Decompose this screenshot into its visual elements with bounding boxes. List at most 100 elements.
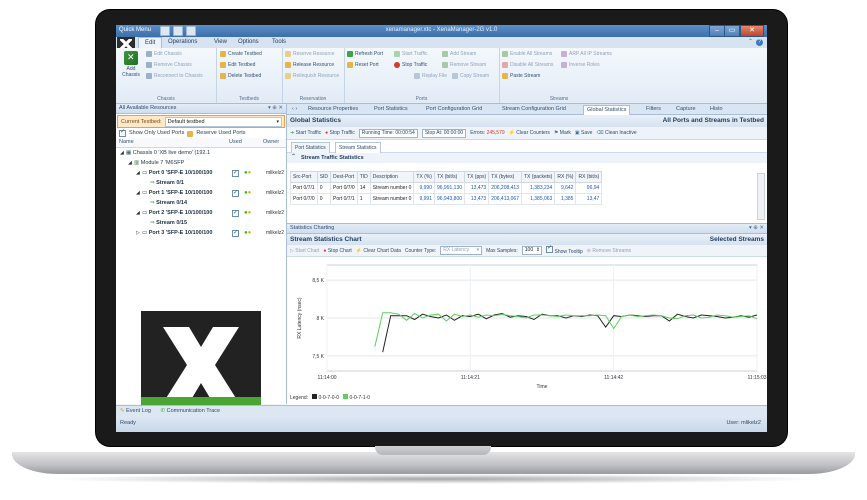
x-tick-label: 11:14:42 bbox=[604, 375, 623, 381]
counter-type-select[interactable]: RX Latency ▾ bbox=[440, 246, 483, 255]
relinquish-resource-button[interactable]: Relinquish Resource bbox=[285, 73, 339, 79]
remove-stream-button[interactable]: Remove Stream bbox=[442, 62, 486, 68]
tab-stream-configuration-grid[interactable]: Stream Configuration Grid bbox=[499, 105, 569, 114]
communication-trace-tab[interactable]: ✆ Communication Trace bbox=[160, 408, 220, 414]
clear-counters-button[interactable]: ⚡ Clear Counters bbox=[509, 130, 550, 136]
tab-histo[interactable]: Histo bbox=[707, 105, 726, 114]
stats-col-header[interactable]: TX (bit/s) bbox=[433, 171, 466, 183]
resources-panel-title: All Available Resources bbox=[119, 105, 177, 111]
tab-operations[interactable]: Operations bbox=[168, 39, 197, 45]
copy-stream-button[interactable]: Copy Stream bbox=[452, 73, 489, 79]
pin-icon[interactable]: ▾ ⊕ ✕ bbox=[268, 104, 283, 113]
subtab-port-statistics[interactable]: Port Statistics bbox=[291, 142, 330, 153]
col-used[interactable]: Used bbox=[229, 138, 263, 147]
legend-item-series-1[interactable]: 0-0-7-1-0 bbox=[343, 394, 370, 401]
stats-col-header[interactable]: TX (%) bbox=[413, 171, 435, 183]
minimize-ribbon-icon[interactable]: ⌃ bbox=[748, 38, 753, 45]
tree-port-row[interactable]: ◢▭ Port 2 'SFP-E 10/100/100●●mlikelz2 bbox=[116, 208, 286, 218]
reconnect-chassis-button[interactable]: Reconnect to Chassis bbox=[146, 73, 203, 79]
tab-port-statistics[interactable]: Port Statistics bbox=[371, 105, 411, 114]
stats-col-header[interactable]: TX (packets) bbox=[520, 171, 556, 183]
add-chassis-button[interactable]: Add Chassis bbox=[119, 51, 143, 78]
replay-file-button[interactable]: Replay File bbox=[414, 73, 447, 79]
show-tooltip-toggle[interactable]: Show Tooltip bbox=[546, 244, 583, 255]
tree-port-row[interactable]: ◢▭ Port 1 'SFP-E 10/100/100●●mlikelz2 bbox=[116, 188, 286, 198]
stats-col-header[interactable]: TID bbox=[356, 171, 371, 183]
used-checkbox[interactable] bbox=[232, 228, 239, 238]
stats-col-header[interactable]: RX (%) bbox=[554, 171, 577, 183]
used-checkbox[interactable] bbox=[232, 208, 239, 218]
tree-port-row[interactable]: ▷▭ Port 3 'SFP-E 10/100/100●●mlikelz2 bbox=[116, 228, 286, 238]
table-row[interactable]: Port 0/7/0 0 Port 0/7/1 1 Stream number 0 9,9… bbox=[290, 193, 603, 205]
help-icon[interactable]: ? bbox=[756, 39, 763, 46]
disable-all-streams-button[interactable]: Disable All Streams bbox=[502, 62, 553, 68]
testbed-select[interactable]: Default testbed bbox=[164, 116, 282, 127]
inverse-roles-button[interactable]: Inverse Roles bbox=[561, 62, 600, 68]
reset-port-button[interactable]: Reset Port bbox=[347, 62, 379, 68]
tree-chassis-row[interactable]: ◢ ▦ Chassis 0 'XB live demo' (192.1 bbox=[116, 148, 286, 158]
stop-traffic-toolbar-button[interactable]: ● Stop Traffic bbox=[325, 130, 355, 136]
tree-port-row[interactable]: ◢▭ Port 0 'SFP-E 10/100/100●●mlikelz2 bbox=[116, 168, 286, 178]
col-owner[interactable]: Owner bbox=[263, 138, 279, 147]
start-traffic-toolbar-button[interactable]: ➜ Start Traffic bbox=[290, 130, 321, 136]
tree-stream-row[interactable]: ⇒ Stream 0/14 bbox=[116, 198, 286, 208]
show-only-used-checkbox[interactable] bbox=[119, 128, 126, 137]
max-samples-input[interactable]: 100 ⇕ bbox=[521, 246, 543, 255]
tab-port-configuration-grid[interactable]: Port Configuration Grid bbox=[423, 105, 485, 114]
stats-col-header[interactable]: TX (pps) bbox=[464, 171, 490, 183]
tab-options[interactable]: Options bbox=[238, 39, 259, 45]
enable-all-streams-button[interactable]: Enable All Streams bbox=[502, 51, 552, 57]
stop-traffic-button[interactable]: Stop Traffic bbox=[394, 62, 427, 68]
used-checkbox[interactable] bbox=[232, 168, 239, 178]
tab-resource-properties[interactable]: Resource Properties bbox=[305, 105, 361, 114]
tree-stream-row[interactable]: ⇒ Stream 0/15 bbox=[116, 218, 286, 228]
remove-streams-button[interactable]: ⊖ Remove Streams bbox=[587, 248, 631, 254]
tab-filters[interactable]: Filters bbox=[643, 105, 664, 114]
table-row[interactable]: Port 0/7/1 0 Port 0/7/0 14 Stream number 0 9,… bbox=[290, 182, 603, 194]
legend-item-series-0[interactable]: 0-0-7-0-0 bbox=[312, 394, 339, 401]
arp-all-ip-streams-button[interactable]: ARP All IP Streams bbox=[561, 51, 612, 57]
start-traffic-button[interactable]: Start Traffic bbox=[394, 51, 427, 57]
add-stream-button[interactable]: Add Stream bbox=[442, 51, 476, 57]
used-checkbox[interactable] bbox=[232, 188, 239, 198]
stats-scrollbar[interactable] bbox=[757, 173, 765, 220]
charting-pin-icon[interactable]: ▾ ⊕ ✕ bbox=[749, 224, 764, 233]
stats-col-header[interactable]: TX (bytes) bbox=[488, 171, 522, 183]
stats-col-header[interactable]: SID bbox=[316, 171, 332, 183]
reserve-resource-button[interactable]: Reserve Resource bbox=[285, 51, 334, 57]
stats-col-header[interactable]: RX (bit/s) bbox=[575, 171, 603, 183]
subtab-stream-statistics[interactable]: Stream Statistics bbox=[335, 142, 381, 153]
maximize-button[interactable]: ▭ bbox=[724, 25, 740, 37]
stats-col-header[interactable]: Dest-Port bbox=[330, 171, 358, 183]
release-resource-button[interactable]: Release Resource bbox=[285, 62, 334, 68]
refresh-port-button[interactable]: Refresh Port bbox=[347, 51, 383, 57]
start-chart-button[interactable]: ▷ Start Chart bbox=[290, 248, 319, 254]
remove-chassis-button[interactable]: Remove Chassis bbox=[146, 62, 192, 68]
stop-at-box[interactable]: Stop At: 00:00:00 bbox=[421, 128, 467, 138]
tab-tools[interactable]: Tools bbox=[272, 39, 286, 45]
close-button[interactable]: ✕ bbox=[740, 25, 764, 37]
clean-inactive-button[interactable]: ⌫ Clean Inactive bbox=[596, 130, 636, 136]
save-stats-button[interactable]: ▣ Save bbox=[575, 130, 593, 136]
tree-stream-row[interactable]: ⇒ Stream 0/1 bbox=[116, 178, 286, 188]
tree-module-row[interactable]: ◢ ▥ Module 7 'M6SFP bbox=[116, 158, 286, 168]
edit-chassis-button[interactable]: Edit Chassis bbox=[146, 51, 182, 57]
stats-col-header[interactable]: Src-Port bbox=[290, 171, 318, 183]
minimize-button[interactable]: – bbox=[709, 25, 725, 37]
clear-chart-button[interactable]: ⚡ Clear Chart Data bbox=[356, 248, 401, 254]
tab-nav-arrows[interactable]: ‹ › bbox=[289, 105, 300, 114]
paste-stream-button[interactable]: Paste Stream bbox=[502, 73, 540, 79]
stats-col-header[interactable]: Description bbox=[369, 171, 415, 183]
tab-view[interactable]: View bbox=[214, 39, 227, 45]
event-log-tab[interactable]: ✎ Event Log bbox=[120, 408, 151, 414]
tab-global-statistics[interactable]: Global Statistics bbox=[583, 105, 631, 115]
mark-button[interactable]: ⚑ Mark bbox=[554, 130, 571, 136]
stop-chart-button[interactable]: ● Stop Chart bbox=[323, 248, 351, 254]
stream-traffic-section[interactable]: Stream Traffic Statistics bbox=[287, 152, 767, 163]
tab-capture[interactable]: Capture bbox=[673, 105, 699, 114]
delete-testbed-button[interactable]: Delete Testbed bbox=[220, 73, 261, 79]
reserve-used-button[interactable]: Reserve Used Ports bbox=[196, 129, 245, 138]
col-name[interactable]: Name bbox=[116, 138, 229, 147]
create-testbed-button[interactable]: Create Testbed bbox=[220, 51, 262, 57]
edit-testbed-button[interactable]: Edit Testbed bbox=[220, 62, 255, 68]
